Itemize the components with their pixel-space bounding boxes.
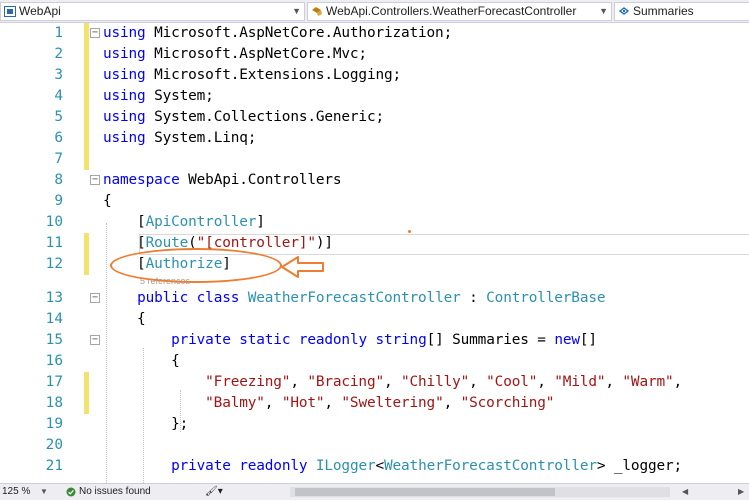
code-text: namespace WebApi.Controllers (103, 172, 342, 188)
chevron-down-icon[interactable]: ▼ (599, 3, 608, 20)
csharp-project-icon (4, 6, 16, 17)
line-number: 15 (45, 332, 63, 348)
line-number: 18 (45, 395, 63, 411)
check-circle-icon (66, 487, 76, 497)
collapse-icon[interactable]: − (90, 175, 100, 185)
status-bar: 125 % ▼ No issues found 🖌▾ ◀ ▶ (0, 483, 749, 500)
line-number: 13 (45, 290, 63, 306)
code-line[interactable]: 5 using System.Collections.Generic; (0, 107, 749, 128)
member-dropdown[interactable]: Summaries (614, 2, 749, 21)
member-name: Summaries (633, 4, 694, 18)
change-marker (84, 44, 89, 65)
code-line[interactable]: 21 private readonly ILogger<WeatherForec… (0, 456, 749, 477)
scrollbar-thumb[interactable] (295, 488, 555, 496)
line-number: 21 (45, 458, 63, 474)
chevron-down-icon[interactable]: ▼ (40, 484, 48, 500)
change-marker (84, 86, 89, 107)
line-number: 17 (45, 374, 63, 390)
code-line[interactable]: 9 { (0, 191, 749, 212)
line-number: 8 (54, 172, 63, 188)
code-line[interactable]: 7 (0, 149, 749, 170)
code-line[interactable]: 18 "Balmy", "Hot", "Sweltering", "Scorch… (0, 393, 749, 414)
code-line[interactable]: 8 − namespace WebApi.Controllers (0, 170, 749, 191)
change-marker (84, 254, 89, 275)
code-line[interactable]: 15 − private static readonly string[] Su… (0, 330, 749, 351)
code-text: public class WeatherForecastController :… (137, 290, 606, 306)
brush-icon[interactable]: 🖌▾ (205, 484, 223, 500)
code-line[interactable]: 4 using System; (0, 86, 749, 107)
cursor-dot (408, 230, 411, 233)
line-number: 5 (54, 109, 63, 125)
code-text: private static readonly string[] Summari… (171, 332, 597, 348)
code-line[interactable]: 6 using System.Linq; (0, 128, 749, 149)
line-number: 11 (45, 235, 63, 251)
project-dropdown[interactable]: WebApi ▼ (0, 2, 305, 21)
collapse-icon[interactable]: − (90, 293, 100, 303)
code-line[interactable]: 17 "Freezing", "Bracing", "Chilly", "Coo… (0, 372, 749, 393)
code-text: [ApiController] (103, 214, 265, 230)
line-number: 10 (45, 214, 63, 230)
code-text: { (103, 193, 112, 209)
line-number: 14 (45, 311, 63, 327)
change-marker (84, 23, 89, 44)
code-line[interactable]: 19 }; (0, 414, 749, 435)
line-number: 7 (54, 151, 63, 167)
change-marker (84, 65, 89, 86)
code-text: }; (103, 416, 189, 432)
highlight-ellipse (110, 248, 282, 283)
code-text: using Microsoft.AspNetCore.Authorization… (103, 25, 453, 41)
code-text: { (103, 353, 180, 369)
code-line[interactable]: 2 using Microsoft.AspNetCore.Mvc; (0, 44, 749, 65)
code-line[interactable]: 1 − using Microsoft.AspNetCore.Authoriza… (0, 23, 749, 44)
class-icon (312, 7, 322, 16)
change-marker (84, 149, 89, 170)
line-number: 16 (45, 353, 63, 369)
line-number: 2 (54, 46, 63, 62)
code-text: private readonly ILogger<WeatherForecast… (171, 458, 683, 474)
line-number: 12 (45, 256, 63, 272)
scroll-right-icon[interactable]: ▶ (738, 484, 744, 500)
code-text: using System.Linq; (103, 130, 257, 146)
chevron-down-icon[interactable]: ▼ (292, 3, 301, 20)
code-text: using Microsoft.Extensions.Logging; (103, 67, 401, 83)
code-text: { (103, 311, 146, 327)
code-text: using System.Collections.Generic; (103, 109, 384, 125)
code-editor[interactable]: 1 − using Microsoft.AspNetCore.Authoriza… (0, 23, 749, 483)
change-marker (84, 128, 89, 149)
navigation-bar: WebApi ▼ WebApi.Controllers.WeatherForec… (0, 0, 749, 23)
change-marker (84, 233, 89, 254)
code-line[interactable]: 14 { (0, 309, 749, 330)
code-line[interactable]: 16 { (0, 351, 749, 372)
type-name: WebApi.Controllers.WeatherForecastContro… (326, 4, 577, 18)
project-name: WebApi (19, 4, 61, 18)
line-number: 6 (54, 130, 63, 146)
line-number: 20 (45, 437, 63, 453)
code-text: "Balmy", "Hot", "Sweltering", "Scorching… (205, 395, 555, 411)
code-line[interactable]: 11 [Route("[controller]")] (0, 233, 749, 254)
field-icon (618, 7, 630, 15)
arrow-left-icon (281, 256, 324, 278)
change-marker (84, 393, 89, 414)
code-text: "Freezing", "Bracing", "Chilly", "Cool",… (205, 374, 683, 390)
code-line[interactable]: 3 using Microsoft.Extensions.Logging; (0, 65, 749, 86)
line-number: 3 (54, 67, 63, 83)
collapse-icon[interactable]: − (90, 28, 100, 38)
change-marker (84, 107, 89, 128)
scroll-left-icon[interactable]: ◀ (682, 484, 688, 500)
line-number: 1 (54, 25, 63, 41)
code-line[interactable]: 13 − public class WeatherForecastControl… (0, 288, 749, 309)
code-text: using System; (103, 88, 214, 104)
collapse-icon[interactable]: − (90, 335, 100, 345)
line-number: 9 (54, 193, 63, 209)
code-text: using Microsoft.AspNetCore.Mvc; (103, 46, 367, 62)
type-dropdown[interactable]: WebApi.Controllers.WeatherForecastContro… (307, 2, 612, 21)
issues-status[interactable]: No issues found (79, 484, 151, 500)
change-marker (84, 372, 89, 393)
line-number: 4 (54, 88, 63, 104)
code-line[interactable]: 10 [ApiController] (0, 212, 749, 233)
code-line[interactable]: 20 (0, 435, 749, 456)
line-number: 19 (45, 416, 63, 432)
